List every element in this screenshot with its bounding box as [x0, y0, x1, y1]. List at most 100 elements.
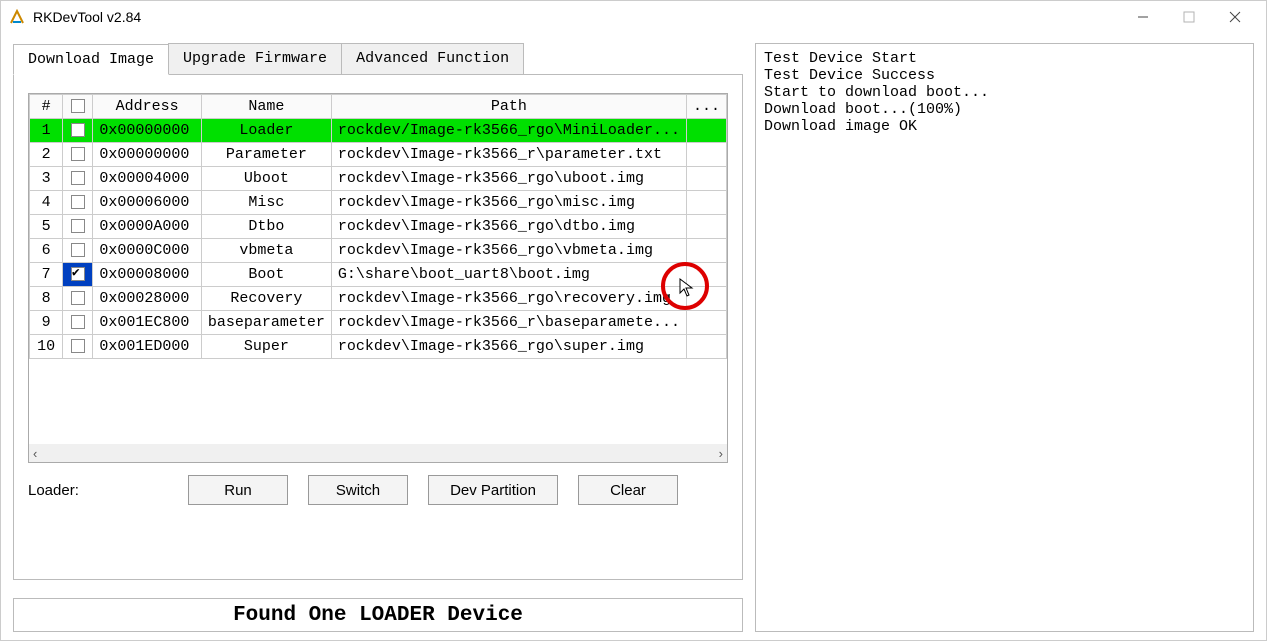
log-panel[interactable]: Test Device Start Test Device Success St… — [755, 43, 1254, 632]
cell-path[interactable]: rockdev\Image-rk3566_rgo\recovery.img — [331, 287, 686, 311]
col-name[interactable]: Name — [201, 95, 331, 119]
col-path[interactable]: Path — [331, 95, 686, 119]
cell-name[interactable]: baseparameter — [201, 311, 331, 335]
table-row[interactable]: 60x0000C000vbmetarockdev\Image-rk3566_rg… — [30, 239, 727, 263]
cell-name[interactable]: vbmeta — [201, 239, 331, 263]
tab-upgrade-firmware[interactable]: Upgrade Firmware — [168, 43, 342, 74]
cell-address[interactable]: 0x00006000 — [93, 191, 202, 215]
cell-check[interactable] — [63, 191, 93, 215]
cell-browse[interactable] — [686, 335, 726, 359]
table-row[interactable]: 30x00004000Ubootrockdev\Image-rk3566_rgo… — [30, 167, 727, 191]
cell-browse[interactable] — [686, 311, 726, 335]
row-checkbox[interactable] — [71, 291, 85, 305]
cell-address[interactable]: 0x0000A000 — [93, 215, 202, 239]
cell-address[interactable]: 0x00000000 — [93, 143, 202, 167]
cell-check[interactable] — [63, 167, 93, 191]
row-checkbox[interactable] — [71, 147, 85, 161]
cell-name[interactable]: Parameter — [201, 143, 331, 167]
titlebar: RKDevTool v2.84 — [1, 1, 1266, 33]
cell-browse[interactable] — [686, 287, 726, 311]
horizontal-scrollbar[interactable]: ‹ › — [29, 444, 727, 462]
cell-num: 2 — [30, 143, 63, 167]
cell-check[interactable] — [63, 143, 93, 167]
tab-advanced-function[interactable]: Advanced Function — [341, 43, 524, 74]
table-row[interactable]: 90x001EC800baseparameterrockdev\Image-rk… — [30, 311, 727, 335]
col-address[interactable]: Address — [93, 95, 202, 119]
row-checkbox[interactable] — [71, 339, 85, 353]
cell-address[interactable]: 0x001ED000 — [93, 335, 202, 359]
col-browse[interactable]: ... — [686, 95, 726, 119]
cell-check[interactable] — [63, 239, 93, 263]
table-row[interactable]: 70x00008000BootG:\share\boot_uart8\boot.… — [30, 263, 727, 287]
col-num[interactable]: # — [30, 95, 63, 119]
cell-name[interactable]: Loader — [201, 119, 331, 143]
left-panel: Download Image Upgrade Firmware Advanced… — [13, 43, 743, 632]
cell-address[interactable]: 0x00004000 — [93, 167, 202, 191]
scroll-left-icon[interactable]: ‹ — [33, 446, 37, 461]
close-button[interactable] — [1212, 1, 1258, 33]
cell-address[interactable]: 0x0000C000 — [93, 239, 202, 263]
cell-check[interactable] — [63, 119, 93, 143]
checkbox-all[interactable] — [71, 99, 85, 113]
switch-button[interactable]: Switch — [308, 475, 408, 505]
content-area: Download Image Upgrade Firmware Advanced… — [1, 33, 1266, 640]
row-checkbox[interactable] — [71, 219, 85, 233]
dev-partition-button[interactable]: Dev Partition — [428, 475, 558, 505]
row-checkbox[interactable] — [71, 243, 85, 257]
table-row[interactable]: 50x0000A000Dtborockdev\Image-rk3566_rgo\… — [30, 215, 727, 239]
clear-button[interactable]: Clear — [578, 475, 678, 505]
tab-download-image[interactable]: Download Image — [13, 44, 169, 75]
cell-check[interactable] — [63, 263, 93, 287]
row-checkbox[interactable] — [71, 315, 85, 329]
cell-path[interactable]: rockdev\Image-rk3566_r\baseparamete... — [331, 311, 686, 335]
cell-name[interactable]: Dtbo — [201, 215, 331, 239]
cell-check[interactable] — [63, 215, 93, 239]
cell-name[interactable]: Recovery — [201, 287, 331, 311]
cell-check[interactable] — [63, 335, 93, 359]
cell-browse[interactable] — [686, 119, 726, 143]
col-check-all[interactable] — [63, 95, 93, 119]
status-bar: Found One LOADER Device — [13, 598, 743, 632]
cell-path[interactable]: rockdev\Image-rk3566_rgo\vbmeta.img — [331, 239, 686, 263]
cell-path[interactable]: rockdev\Image-rk3566_rgo\dtbo.img — [331, 215, 686, 239]
cell-path[interactable]: G:\share\boot_uart8\boot.img — [331, 263, 686, 287]
cell-path[interactable]: rockdev/Image-rk3566_rgo\MiniLoader... — [331, 119, 686, 143]
table-row[interactable]: 4 0x00006000Miscrockdev\Image-rk3566_rgo\… — [30, 191, 727, 215]
cell-address[interactable]: 0x00028000 — [93, 287, 202, 311]
cell-browse[interactable] — [686, 263, 726, 287]
tab-pane: # Address Name Path ... 10x00000000Loade… — [13, 74, 743, 580]
run-button[interactable]: Run — [188, 475, 288, 505]
cell-name[interactable]: Misc — [201, 191, 331, 215]
cell-address[interactable]: 0x001EC800 — [93, 311, 202, 335]
cell-browse[interactable] — [686, 215, 726, 239]
cell-path[interactable]: rockdev\Image-rk3566_rgo\super.img — [331, 335, 686, 359]
cell-address[interactable]: 0x00008000 — [93, 263, 202, 287]
partition-table[interactable]: # Address Name Path ... 10x00000000Loade… — [29, 94, 727, 359]
cell-name[interactable]: Super — [201, 335, 331, 359]
cell-browse[interactable] — [686, 191, 726, 215]
table-row[interactable]: 100x001ED000Superrockdev\Image-rk3566_rg… — [30, 335, 727, 359]
row-checkbox[interactable] — [71, 171, 85, 185]
loader-label: Loader: — [28, 482, 168, 499]
table-row[interactable]: 80x00028000Recoveryrockdev\Image-rk3566_… — [30, 287, 727, 311]
row-checkbox[interactable] — [71, 195, 85, 209]
cell-browse[interactable] — [686, 143, 726, 167]
cell-browse[interactable] — [686, 167, 726, 191]
scroll-right-icon[interactable]: › — [719, 446, 723, 461]
table-row[interactable]: 10x00000000Loaderrockdev/Image-rk3566_rg… — [30, 119, 727, 143]
row-checkbox[interactable] — [71, 123, 85, 137]
table-row[interactable]: 2 0x00000000Parameterrockdev\Image-rk3566… — [30, 143, 727, 167]
cell-path[interactable]: rockdev\Image-rk3566_rgo\misc.img — [331, 191, 686, 215]
cell-address[interactable]: 0x00000000 — [93, 119, 202, 143]
cell-num: 4 — [30, 191, 63, 215]
maximize-button[interactable] — [1166, 1, 1212, 33]
cell-check[interactable] — [63, 311, 93, 335]
minimize-button[interactable] — [1120, 1, 1166, 33]
cell-path[interactable]: rockdev\Image-rk3566_rgo\uboot.img — [331, 167, 686, 191]
cell-check[interactable] — [63, 287, 93, 311]
cell-name[interactable]: Uboot — [201, 167, 331, 191]
cell-browse[interactable] — [686, 239, 726, 263]
row-checkbox[interactable] — [71, 267, 85, 281]
cell-path[interactable]: rockdev\Image-rk3566_r\parameter.txt — [331, 143, 686, 167]
cell-name[interactable]: Boot — [201, 263, 331, 287]
